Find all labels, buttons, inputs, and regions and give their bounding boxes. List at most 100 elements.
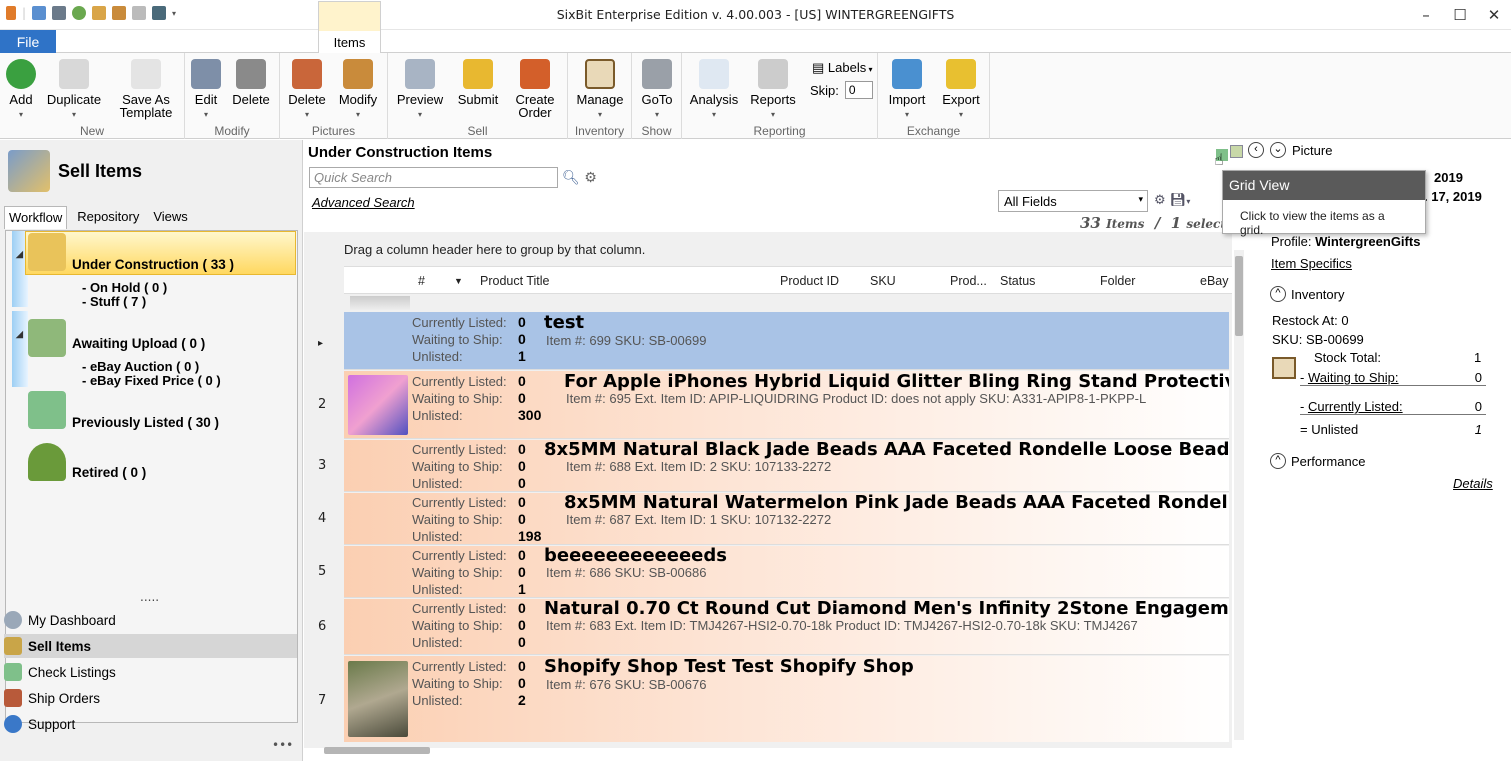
advanced-search-link[interactable]: Advanced Search [312,195,415,210]
trash-icon [236,59,266,89]
more-icon[interactable]: ••• [272,738,293,752]
items-grid: Drag a column header here to group by th… [304,232,1232,748]
close-icon[interactable]: ✕ [1477,0,1511,30]
goto-button[interactable]: GoTo ▾ [638,59,676,121]
abacus-icon [585,59,615,89]
column-folder[interactable]: Folder [1100,274,1135,288]
table-row[interactable]: Currently Listed: 0 Waiting to Ship: 0 Unl… [344,546,1229,598]
workflow-ebay-auction[interactable]: - eBay Auction ( 0 ) [82,359,199,374]
tab-repository[interactable]: Repository [73,206,143,229]
column-number[interactable]: # [418,274,425,288]
nav-my-dashboard[interactable]: My Dashboard [4,608,297,632]
collapse-up-icon[interactable]: ^ [1270,286,1286,302]
item-specifics-link[interactable]: Item Specifics [1271,256,1352,271]
nav-support[interactable]: Support [4,712,297,736]
chevron-left-icon[interactable]: ‹ [1248,142,1264,158]
collapse-icon[interactable]: ◢ [16,249,23,260]
product-meta: Item #: 686 SKU: SB-00686 [546,565,707,580]
inventory-section[interactable]: Inventory [1291,287,1344,302]
splitter-handle[interactable]: ..... [140,590,159,604]
field-select[interactable]: All Fields ▾ [998,190,1148,212]
sell-items-icon [8,150,50,192]
table-row[interactable]: Currently Listed: 0 Waiting to Ship: 0 Unl… [344,656,1229,742]
table-row[interactable]: Currently Listed: 0 Waiting to Ship: 0 Unl… [344,312,1229,370]
import-button[interactable]: Import ▾ [884,59,930,121]
table-row[interactable]: Currently Listed: 0 Waiting to Ship: 0 Unl… [344,371,1229,439]
left-tabs: Workflow Repository Views [4,206,198,229]
sell-items-header: Sell Items [8,150,142,192]
import-icon [892,59,922,89]
column-product-id[interactable]: Product ID [780,274,839,288]
nav-check-listings[interactable]: Check Listings [4,660,297,684]
listed-check-icon [28,391,66,429]
column-prod[interactable]: Prod... [950,274,987,288]
product-thumbnail [348,375,408,435]
search-icon[interactable]: 🔍︎ [562,170,580,186]
search-input[interactable]: Quick Search [309,167,558,188]
product-title: Shopify Shop Test Test Shopify Shop [544,656,914,677]
group-reporting: Analysis▾ Reports▾ ▤ Labels ▾ Skip: Repo… [682,53,878,139]
table-row[interactable]: Currently Listed: 0 Waiting to Ship: 0 Unl… [344,599,1229,655]
export-button[interactable]: Export ▾ [938,59,984,121]
delete-button[interactable]: Delete [231,59,271,106]
performance-section[interactable]: Performance [1291,454,1365,469]
collapse-up-icon[interactable]: ^ [1270,453,1286,469]
tab-items[interactable]: Items [318,1,381,54]
reports-button[interactable]: Reports ▾ [748,59,798,121]
picture-section[interactable]: Picture [1292,143,1332,158]
mouse-cursor-icon: ☝ [1214,150,1224,169]
collapse-icon[interactable]: ◢ [16,329,23,340]
horizontal-scrollbar[interactable] [314,745,1232,755]
column-sku[interactable]: SKU [870,274,896,288]
label-icon: ▤ [812,60,828,75]
window-title: SixBit Enterprise Edition v. 4.00.003 - … [556,7,955,22]
workflow-ebay-fixed-price[interactable]: - eBay Fixed Price ( 0 ) [82,373,221,388]
labels-button[interactable]: ▤ Labels ▾ [812,60,872,76]
picture-delete-button[interactable]: Delete ▾ [286,59,328,121]
tab-workflow[interactable]: Workflow [4,206,68,229]
settings-icon[interactable]: ⚙ [1154,193,1166,208]
chevron-down-icon[interactable]: ⌄ [1270,142,1286,158]
column-status[interactable]: Status [1000,274,1035,288]
tab-file[interactable]: File [0,30,56,53]
skip-input[interactable] [844,81,873,99]
details-link[interactable]: Details [1453,476,1493,491]
table-row[interactable]: Currently Listed: 0 Waiting to Ship: 0 Unl… [344,493,1229,545]
save-as-template-button[interactable]: Save As Template [114,59,178,119]
product-title: For Apple iPhones Hybrid Liquid Glitter … [564,371,1229,392]
vertical-scrollbar[interactable] [1234,250,1244,740]
edit-button[interactable]: Edit ▾ [191,59,221,121]
group-modify: Edit ▾ Delete Modify [185,53,280,139]
workflow-stuff[interactable]: - Stuff ( 7 ) [82,294,146,309]
column-ebay[interactable]: eBay [1200,274,1229,288]
column-product-title[interactable]: Product Title [480,274,549,288]
submit-button[interactable]: Submit [456,59,500,106]
table-row[interactable]: Currently Listed: 0 Waiting to Ship: 0 Unl… [344,440,1229,492]
main-panel: Under Construction Items Quick Search 🔍︎… [304,140,1244,761]
grid-view-icon[interactable] [1230,145,1243,158]
currently-listed-link[interactable]: Currently Listed: [1308,399,1403,414]
palm-tree-icon [28,443,66,481]
gear-icon[interactable]: ⚙ [580,170,597,186]
nav-ship-orders[interactable]: Ship Orders [4,686,297,710]
ribbon: Add ▾ Duplicate ▾ Save As Template New Edi… [0,53,1511,139]
create-order-button[interactable]: Create Order [510,59,560,119]
add-button[interactable]: Add ▾ [6,59,36,121]
product-title: beeeeeeeeeeeeds [544,546,727,566]
manage-button[interactable]: Manage ▾ [574,59,626,121]
waiting-to-ship-link[interactable]: Waiting to Ship: [1308,370,1399,385]
edit-icon [191,59,221,89]
tab-views[interactable]: Views [149,206,191,229]
maximize-icon[interactable]: ☐ [1443,0,1477,30]
duplicate-button[interactable]: Duplicate ▾ [44,59,104,121]
workflow-on-hold[interactable]: - On Hold ( 0 ) [82,280,167,295]
window-controls: – ☐ ✕ [1409,0,1511,30]
preview-button[interactable]: Preview ▾ [396,59,444,121]
nav-sell-items[interactable]: Sell Items [4,634,297,658]
sort-desc-icon[interactable]: ▼ [454,276,463,286]
left-pane: Sell Items Workflow Repository Views ◢ U… [0,140,303,761]
analysis-button[interactable]: Analysis ▾ [688,59,740,121]
minimize-icon[interactable]: – [1409,0,1443,30]
picture-modify-button[interactable]: Modify ▾ [336,59,380,121]
save-icon[interactable]: 💾︎ [1170,193,1187,208]
